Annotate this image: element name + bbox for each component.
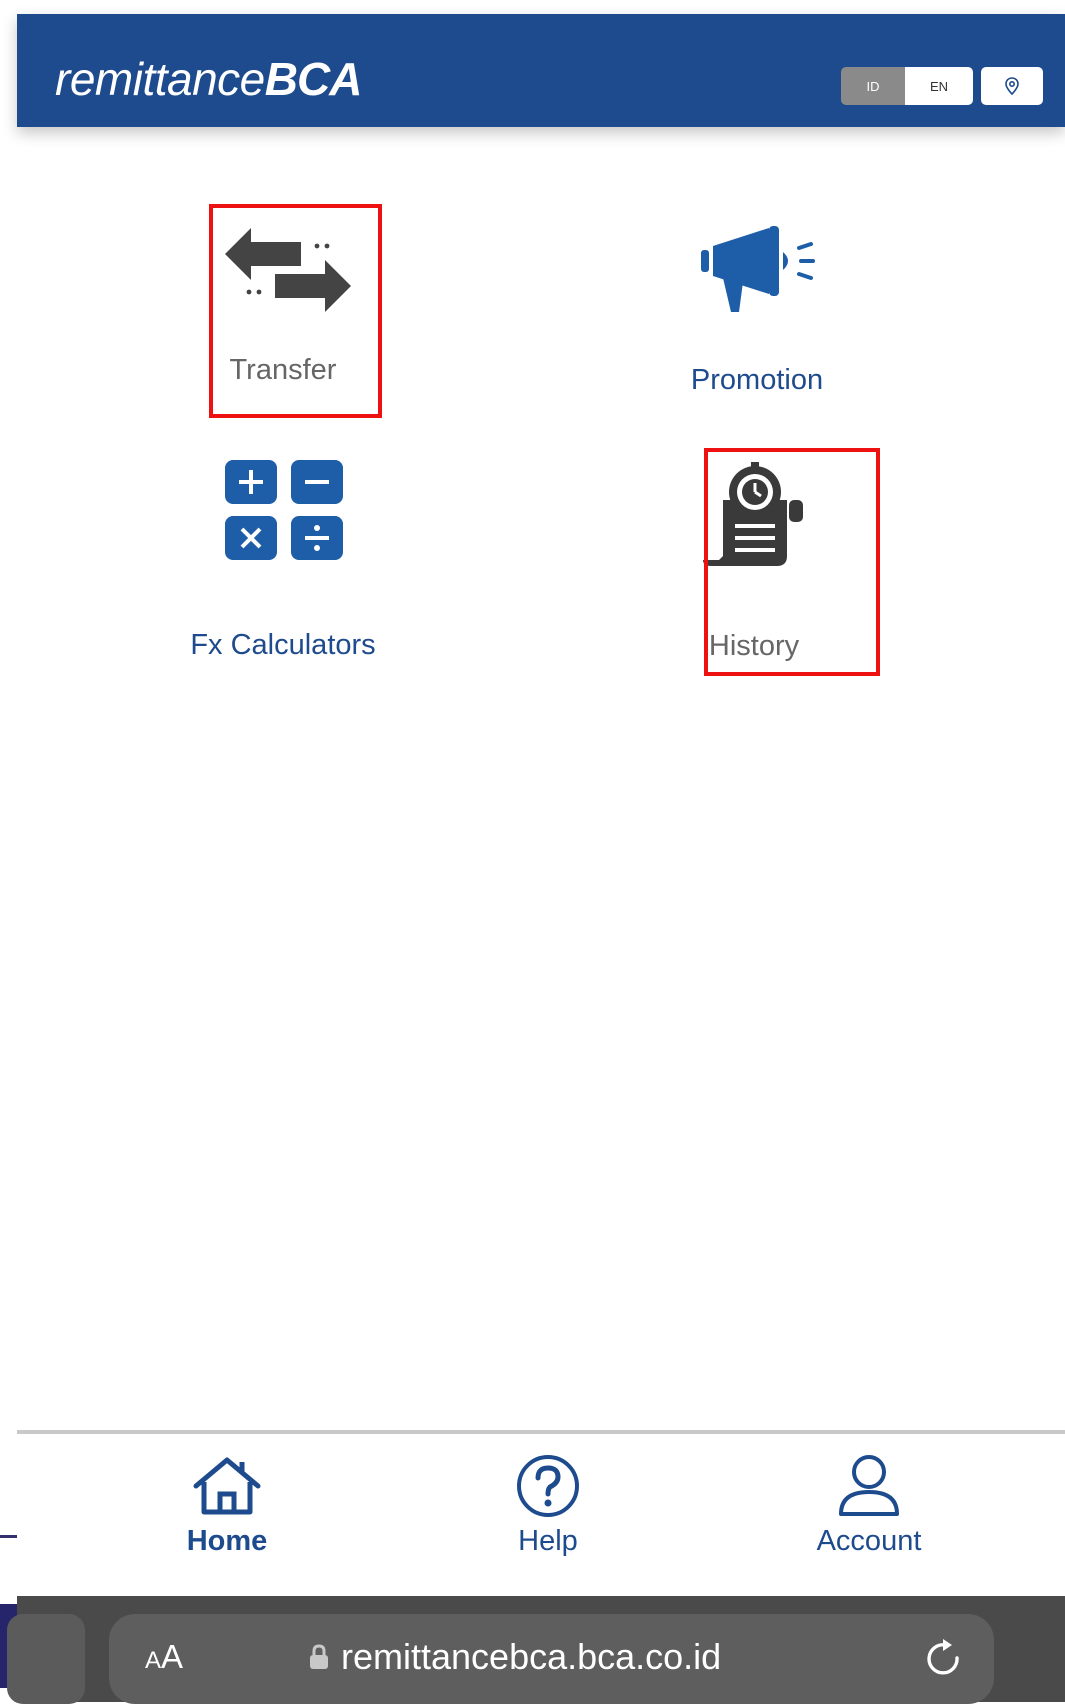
account-icon — [839, 1455, 899, 1516]
lock-icon — [310, 1644, 328, 1669]
transfer-highlight-box — [209, 204, 382, 418]
megaphone-icon — [701, 226, 815, 312]
browser-tab-stub[interactable] — [7, 1614, 85, 1704]
language-switcher: ID EN — [841, 67, 1043, 105]
address-bar[interactable]: AA remittancebca.bca.co.id — [109, 1614, 994, 1704]
fx-calculators-label: Fx Calculators — [190, 629, 376, 661]
promotion-label: Promotion — [690, 364, 824, 396]
history-highlight-box — [704, 448, 880, 676]
app-header: remittanceBCA ID EN — [17, 14, 1065, 127]
reload-icon[interactable] — [921, 1636, 967, 1682]
home-icon — [193, 1457, 261, 1515]
browser-toolbar: AA remittancebca.bca.co.id — [7, 1596, 1065, 1704]
location-pin-icon — [1005, 77, 1019, 95]
location-button[interactable] — [981, 67, 1043, 105]
nav-home-label: Home — [186, 1525, 268, 1557]
url-text: remittancebca.bca.co.id — [341, 1636, 722, 1677]
fx-calculators-menu-item[interactable]: Fx Calculators — [163, 434, 403, 661]
nav-account[interactable]: Account — [769, 1454, 969, 1558]
screen-frame-edge — [0, 0, 17, 1688]
nav-help[interactable]: Help — [448, 1454, 648, 1558]
app-screen: remittanceBCA ID EN Transfer Promotion F… — [7, 14, 1065, 1704]
remittance-bca-logo: remittanceBCA — [55, 53, 362, 105]
bottom-navigation: Home Help Account — [17, 1434, 1065, 1596]
language-id-button[interactable]: ID — [841, 67, 905, 105]
help-icon — [517, 1455, 579, 1517]
frame-accent — [0, 1535, 17, 1538]
promotion-menu-item[interactable]: Promotion — [657, 204, 857, 418]
nav-home[interactable]: Home — [127, 1454, 327, 1558]
nav-account-label: Account — [816, 1525, 922, 1557]
url-display[interactable]: remittancebca.bca.co.id — [309, 1636, 721, 1678]
nav-help-label: Help — [518, 1525, 578, 1557]
language-en-button[interactable]: EN — [905, 67, 973, 105]
calculator-icon — [225, 460, 343, 560]
text-size-button[interactable]: AA — [145, 1638, 183, 1676]
